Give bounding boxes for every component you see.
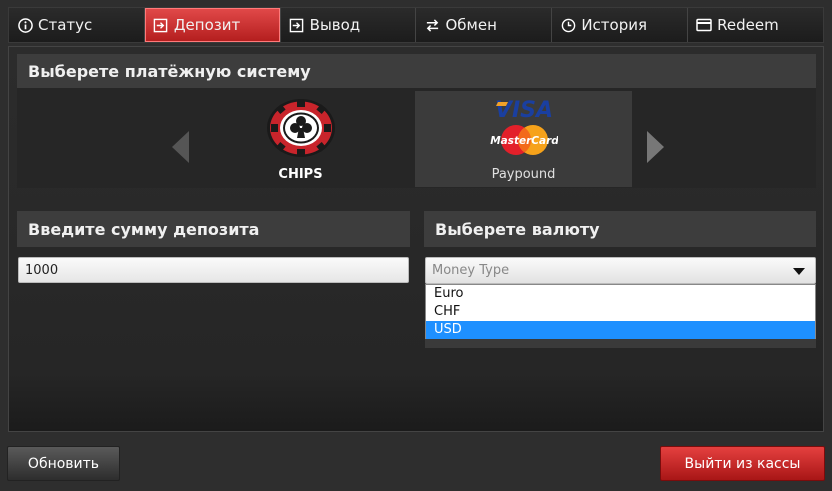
deposit-icon	[153, 17, 169, 33]
tab-label: История	[581, 16, 647, 34]
tab-label: Статус	[38, 16, 93, 34]
tab-exchange[interactable]: Обмен	[416, 8, 553, 42]
tab-bar: Статус Депозит Вывод Обмен История Redee…	[8, 7, 824, 43]
deposit-amount-input[interactable]: 1000	[18, 257, 409, 283]
clock-icon	[560, 17, 576, 33]
payment-option-paypound[interactable]: VISA MasterCard Paypound	[415, 91, 632, 187]
tab-label: Redeem	[717, 16, 779, 34]
currency-dropdown-list: Euro CHF USD	[425, 284, 816, 340]
card-icon	[696, 17, 712, 33]
currency-option-chf[interactable]: CHF	[426, 303, 815, 321]
deposit-panel: Выберете платёжную систему CHIPS VISA Ma…	[8, 46, 824, 432]
tab-label: Вывод	[309, 16, 361, 34]
deposit-amount-header: Введите сумму депозита	[17, 211, 410, 247]
currency-select-placeholder: Money Type	[432, 263, 510, 278]
tab-deposit[interactable]: Депозит	[144, 8, 281, 42]
currency-option-usd[interactable]: USD	[426, 321, 815, 339]
payment-system-header: Выберете платёжную систему	[17, 54, 816, 88]
currency-header: Выберете валюту	[424, 211, 816, 247]
withdraw-icon	[289, 17, 305, 33]
svg-text:VISA: VISA	[494, 98, 552, 123]
tab-status[interactable]: Статус	[9, 8, 145, 42]
tab-label: Обмен	[445, 16, 497, 34]
caret-down-icon	[793, 268, 805, 275]
dropdown-shadow	[425, 339, 816, 348]
currency-option-euro[interactable]: Euro	[426, 285, 815, 303]
tab-withdraw[interactable]: Вывод	[280, 8, 417, 42]
refresh-button[interactable]: Обновить	[7, 446, 120, 481]
currency-select[interactable]: Money Type	[425, 257, 816, 284]
tab-redeem[interactable]: Redeem	[688, 8, 823, 42]
svg-text:MasterCard: MasterCard	[490, 135, 558, 147]
payment-option-label: CHIPS	[278, 167, 323, 182]
visa-mastercard-icon: VISA MasterCard	[490, 97, 559, 163]
tab-history[interactable]: История	[552, 8, 689, 42]
info-icon	[17, 17, 33, 33]
payment-option-label: Paypound	[491, 167, 556, 182]
chips-icon	[266, 97, 336, 163]
carousel-prev-arrow[interactable]	[172, 131, 189, 163]
exchange-icon	[424, 17, 440, 33]
exit-cashier-button[interactable]: Выйти из кассы	[660, 446, 825, 481]
payment-option-chips[interactable]: CHIPS	[192, 91, 409, 187]
tab-label: Депозит	[173, 16, 241, 34]
carousel-next-arrow[interactable]	[647, 131, 664, 163]
